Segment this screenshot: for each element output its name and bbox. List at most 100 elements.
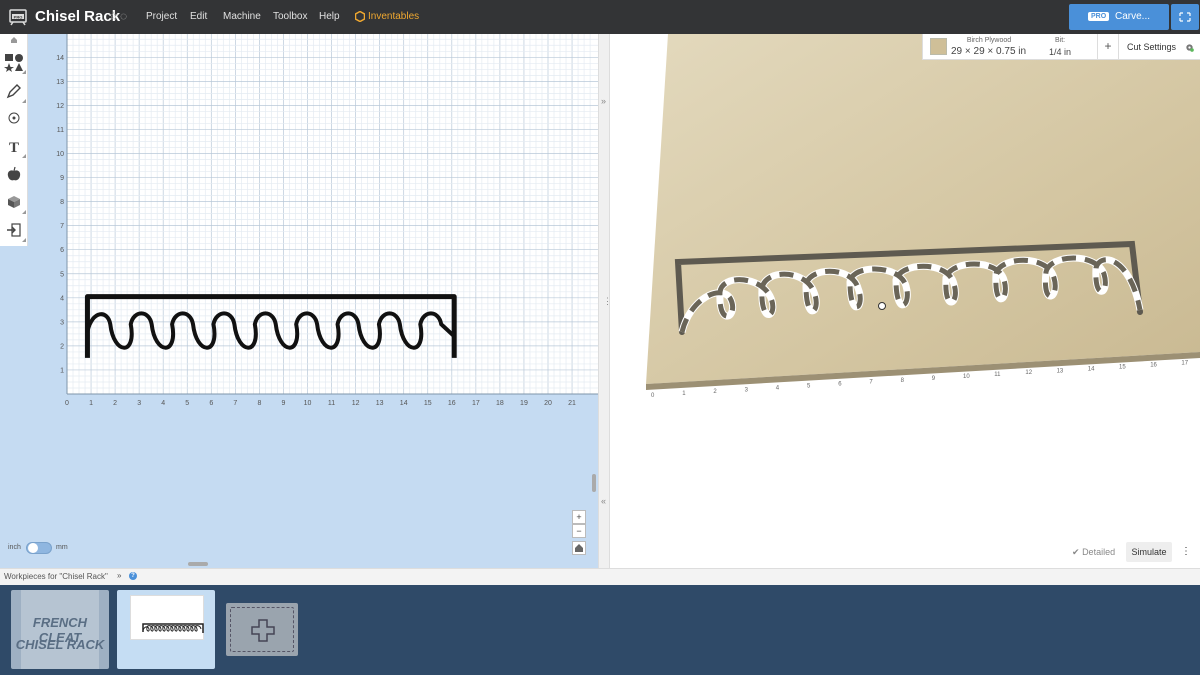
preview-x-tick-label: 11: [994, 372, 1001, 378]
menu-project[interactable]: Project: [146, 11, 177, 22]
unit-switch[interactable]: [26, 542, 52, 554]
add-bit-button[interactable]: +: [1097, 34, 1119, 60]
unit-mm-label: mm: [56, 544, 68, 551]
unit-switch-knob: [28, 543, 38, 553]
add-workpiece-button[interactable]: [226, 603, 298, 656]
x-tick-label: 6: [209, 400, 213, 407]
cut-settings-button[interactable]: Cut Settings: [1127, 42, 1176, 52]
preview-x-tick-label: 2: [713, 389, 717, 395]
plus-icon: [251, 619, 275, 642]
inventables-hex-icon: [355, 11, 365, 22]
target-icon: [8, 112, 20, 124]
menu-toolbox[interactable]: Toolbox: [273, 11, 307, 22]
preview-x-tick-label: 13: [1057, 368, 1064, 374]
y-tick-label: 14: [56, 55, 64, 62]
workpieces-chevron[interactable]: »: [117, 571, 121, 580]
y-tick-label: 5: [60, 271, 64, 278]
design-grid[interactable]: 0 1 2 3 4 5 6 7 8 9 10 11 12 13 14 15 16 17 18 19 20 21123456…: [0, 34, 598, 568]
detailed-toggle[interactable]: ✔ Detailed: [1072, 547, 1115, 558]
icon-library-tool[interactable]: [0, 160, 28, 188]
y-tick-label: 7: [60, 223, 64, 230]
easel-pro-logo[interactable]: PRO: [8, 8, 28, 26]
left-toolbar: T: [0, 34, 28, 246]
pro-badge: PRO: [1088, 12, 1110, 21]
material-board: [646, 34, 1200, 384]
preview-x-tick-label: 10: [963, 374, 970, 380]
menu-help[interactable]: Help: [319, 11, 340, 22]
pen-tool[interactable]: [0, 77, 28, 105]
more-menu-button[interactable]: ⋮: [1178, 542, 1194, 562]
x-tick-label: 20: [544, 400, 552, 407]
carve-button[interactable]: PRO Carve...: [1069, 4, 1169, 30]
x-tick-label: 0: [65, 400, 69, 407]
check-icon: ✔: [1072, 547, 1080, 557]
y-tick-label: 12: [56, 103, 64, 110]
apple-icon: [7, 166, 21, 181]
preview-x-tick-label: 4: [776, 385, 780, 391]
workpiece-thumb-chisel-rack[interactable]: [117, 590, 215, 669]
collapse-left-icon[interactable]: «: [601, 496, 606, 506]
y-tick-label: 11: [57, 127, 64, 134]
import-icon: [7, 223, 21, 237]
x-tick-label: 17: [472, 400, 480, 407]
preview-render[interactable]: 0 1 2 3 4 5 6 7 8 9 10 11 12 13 14 15 16 17: [610, 34, 1200, 568]
preview-x-tick-label: 14: [1088, 366, 1095, 372]
menu-inventables[interactable]: Inventables: [368, 11, 419, 22]
design-canvas[interactable]: 0 1 2 3 4 5 6 7 8 9 10 11 12 13 14 15 16 17 18 19 20 21 1 2 3 4 5 6…: [0, 34, 598, 568]
vertical-scrollbar[interactable]: [592, 474, 596, 492]
material-panel[interactable]: Birch Plywood 29 × 29 × 0.75 in Bit: 1/4…: [922, 34, 1200, 60]
text-tool[interactable]: T: [0, 132, 28, 160]
preview-x-tick-label: 9: [932, 376, 936, 382]
collapse-right-icon[interactable]: »: [601, 96, 606, 106]
horizontal-scrollbar[interactable]: [188, 562, 208, 566]
import-tool[interactable]: [0, 216, 28, 244]
menu-machine[interactable]: Machine: [223, 11, 261, 22]
x-tick-label: 19: [520, 400, 528, 407]
zoom-in-button[interactable]: +: [572, 510, 586, 524]
detailed-label: Detailed: [1082, 547, 1116, 557]
add-workpiece-frame: [230, 607, 294, 652]
home-tool[interactable]: [0, 34, 28, 46]
x-tick-label: 16: [448, 400, 456, 407]
3d-preview[interactable]: 0 1 2 3 4 5 6 7 8 9 10 11 12 13 14 15 16 17 Birch Plywood…: [610, 34, 1200, 568]
preview-x-tick-label: 5: [807, 384, 811, 390]
panel-divider[interactable]: » ⋮ «: [598, 34, 612, 568]
x-tick-label: 1: [89, 400, 93, 407]
y-tick-label: 10: [56, 151, 64, 158]
zoom-out-button[interactable]: −: [572, 524, 586, 538]
x-tick-label: 5: [185, 400, 189, 407]
preview-x-tick-label: 1: [682, 391, 686, 397]
x-tick-label: 10: [304, 400, 312, 407]
y-tick-label: 8: [60, 199, 64, 206]
material-swatch[interactable]: [930, 38, 947, 55]
menu-edit[interactable]: Edit: [190, 11, 207, 22]
simulate-button[interactable]: Simulate: [1126, 542, 1172, 562]
workpiece-thumb-french-cleat[interactable]: FRENCH CLEAT CHISEL RACK: [11, 590, 109, 669]
point-tool[interactable]: [0, 104, 28, 132]
workpieces-title: Workpieces for "Chisel Rack": [4, 572, 108, 581]
gear-icon[interactable]: [1185, 43, 1194, 52]
material-size[interactable]: 29 × 29 × 0.75 in: [951, 46, 1026, 57]
x-tick-label: 12: [352, 400, 360, 407]
preview-x-tick-label: 12: [1025, 370, 1032, 376]
workpieces-strip: FRENCH CLEAT CHISEL RACK: [0, 585, 1200, 675]
workpiece-thumb-preview: [130, 595, 204, 640]
x-tick-label: 15: [424, 400, 432, 407]
preview-x-tick-label: 16: [1150, 363, 1157, 369]
home-view-button[interactable]: [572, 541, 586, 555]
shapes-icon: [4, 54, 23, 72]
shapes-tool[interactable]: [0, 48, 28, 76]
x-tick-label: 3: [137, 400, 141, 407]
workpiece-thumb-line2: CHISEL RACK: [15, 637, 105, 652]
3d-import-tool[interactable]: [0, 188, 28, 216]
star-icon[interactable]: ☆: [108, 9, 119, 23]
fullscreen-button[interactable]: [1171, 4, 1199, 30]
y-tick-label: 13: [56, 79, 64, 86]
bit-value[interactable]: 1/4 in: [1049, 47, 1071, 57]
text-icon: T: [9, 140, 19, 154]
preview-x-tick-label: 0: [651, 393, 655, 399]
help-icon[interactable]: ?: [129, 572, 137, 580]
x-tick-label: 2: [113, 400, 117, 407]
pen-icon: [6, 84, 21, 99]
preview-x-tick-label: 3: [745, 387, 749, 393]
